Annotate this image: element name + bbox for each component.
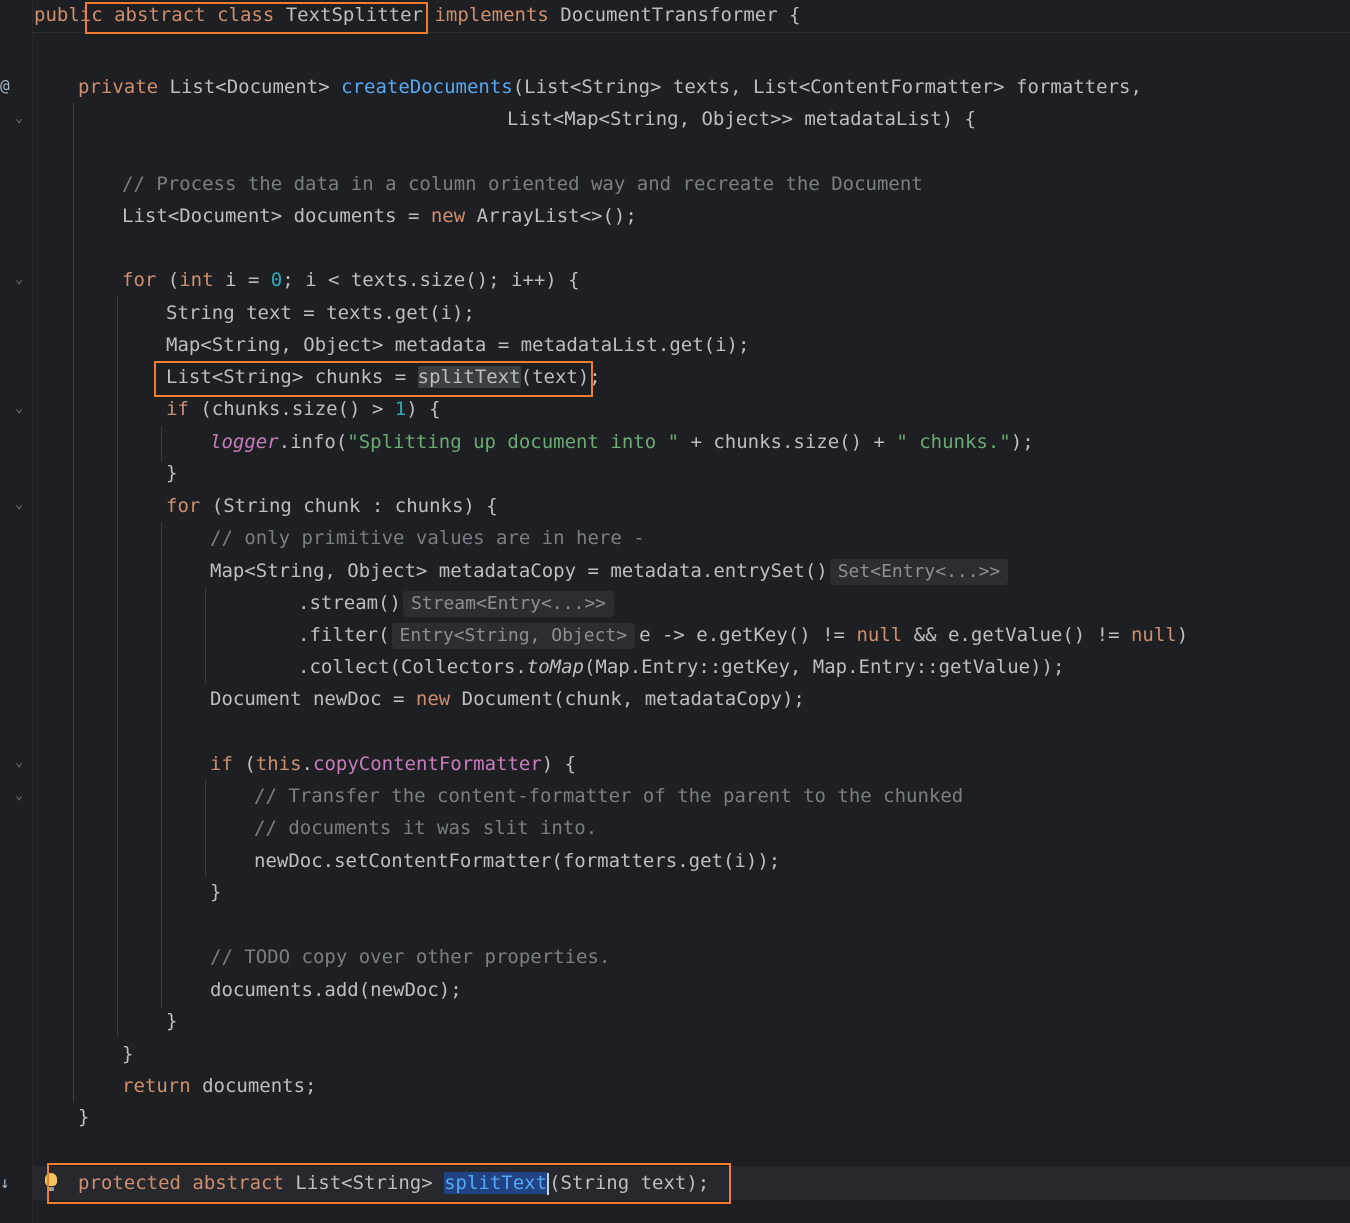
code-line-15: Map<String, Object> metadataCopy = metad… xyxy=(210,556,1012,586)
indent-guide xyxy=(117,296,118,1036)
fold-chevron-icon[interactable]: ⌄ xyxy=(12,756,26,770)
code-comment: // documents it was slit into. xyxy=(254,817,598,839)
implemented-method-icon[interactable]: ↓ xyxy=(0,1175,10,1191)
code-line-23: newDoc.setContentFormatter(formatters.ge… xyxy=(254,850,781,872)
code-line-30: } xyxy=(78,1106,90,1128)
code-line-13: for (String chunk : chunks) { xyxy=(166,495,498,517)
indent-guide xyxy=(161,522,162,1008)
indent-guide xyxy=(205,780,206,876)
type-inlay-hint: Entry<String, Object> xyxy=(391,623,636,649)
code-line-12: } xyxy=(166,462,178,484)
fold-chevron-icon[interactable]: ⌄ xyxy=(12,498,26,512)
code-line-24: } xyxy=(210,881,222,903)
indent-guide xyxy=(161,426,162,462)
code-line-28: } xyxy=(122,1043,134,1065)
code-line-5: List<Document> documents = new ArrayList… xyxy=(122,205,637,227)
indent-guide xyxy=(205,587,206,683)
code-line-26: documents.add(newDoc); xyxy=(210,979,462,1001)
fold-chevron-icon[interactable]: ⌄ xyxy=(12,112,26,126)
code-comment: // only primitive values are in here - xyxy=(210,527,645,549)
fold-chevron-icon[interactable]: ⌄ xyxy=(12,789,26,803)
code-comment: // Process the data in a column oriented… xyxy=(122,173,923,195)
fold-chevron-icon[interactable]: ⌄ xyxy=(12,273,26,287)
highlight-box-abstract-method xyxy=(47,1163,731,1204)
editor-gutter xyxy=(0,0,33,1223)
code-comment: // Transfer the content-formatter of the… xyxy=(254,785,964,807)
code-line-18: .collect(Collectors.toMap(Map.Entry::get… xyxy=(298,656,1065,678)
override-annotation-icon[interactable]: @ xyxy=(0,78,10,94)
highlight-box-splittext-call xyxy=(154,361,593,397)
code-line-29: return documents; xyxy=(122,1075,317,1097)
code-line-6: for (int i = 0; i < texts.size(); i++) { xyxy=(122,269,580,291)
code-line-20: if (this.copyContentFormatter) { xyxy=(210,753,577,775)
code-comment: // TODO copy over other properties. xyxy=(210,946,611,968)
type-inlay-hint: Set<Entry<...>> xyxy=(829,559,1009,585)
code-line-19: Document newDoc = new Document(chunk, me… xyxy=(210,688,805,710)
code-line-2: private List<Document> createDocuments(L… xyxy=(78,76,1142,98)
code-line-27: } xyxy=(166,1010,178,1032)
code-line-16: .stream() Stream<Entry<...>> xyxy=(298,588,618,618)
code-line-7: String text = texts.get(i); xyxy=(166,302,475,324)
type-inlay-hint: Stream<Entry<...>> xyxy=(402,591,615,617)
highlight-box-class-declaration xyxy=(85,2,428,34)
code-line-17: .filter(Entry<String, Object> e -> e.getK… xyxy=(298,620,1188,650)
indent-guide xyxy=(73,103,74,1103)
code-line-3: List<Map<String, Object>> metadataList) … xyxy=(507,108,976,130)
code-line-8: Map<String, Object> metadata = metadataL… xyxy=(166,334,750,356)
code-line-10: if (chunks.size() > 1) { xyxy=(166,398,441,420)
fold-chevron-icon[interactable]: ⌄ xyxy=(12,402,26,416)
code-line-11: logger.info("Splitting up document into … xyxy=(210,431,1034,453)
